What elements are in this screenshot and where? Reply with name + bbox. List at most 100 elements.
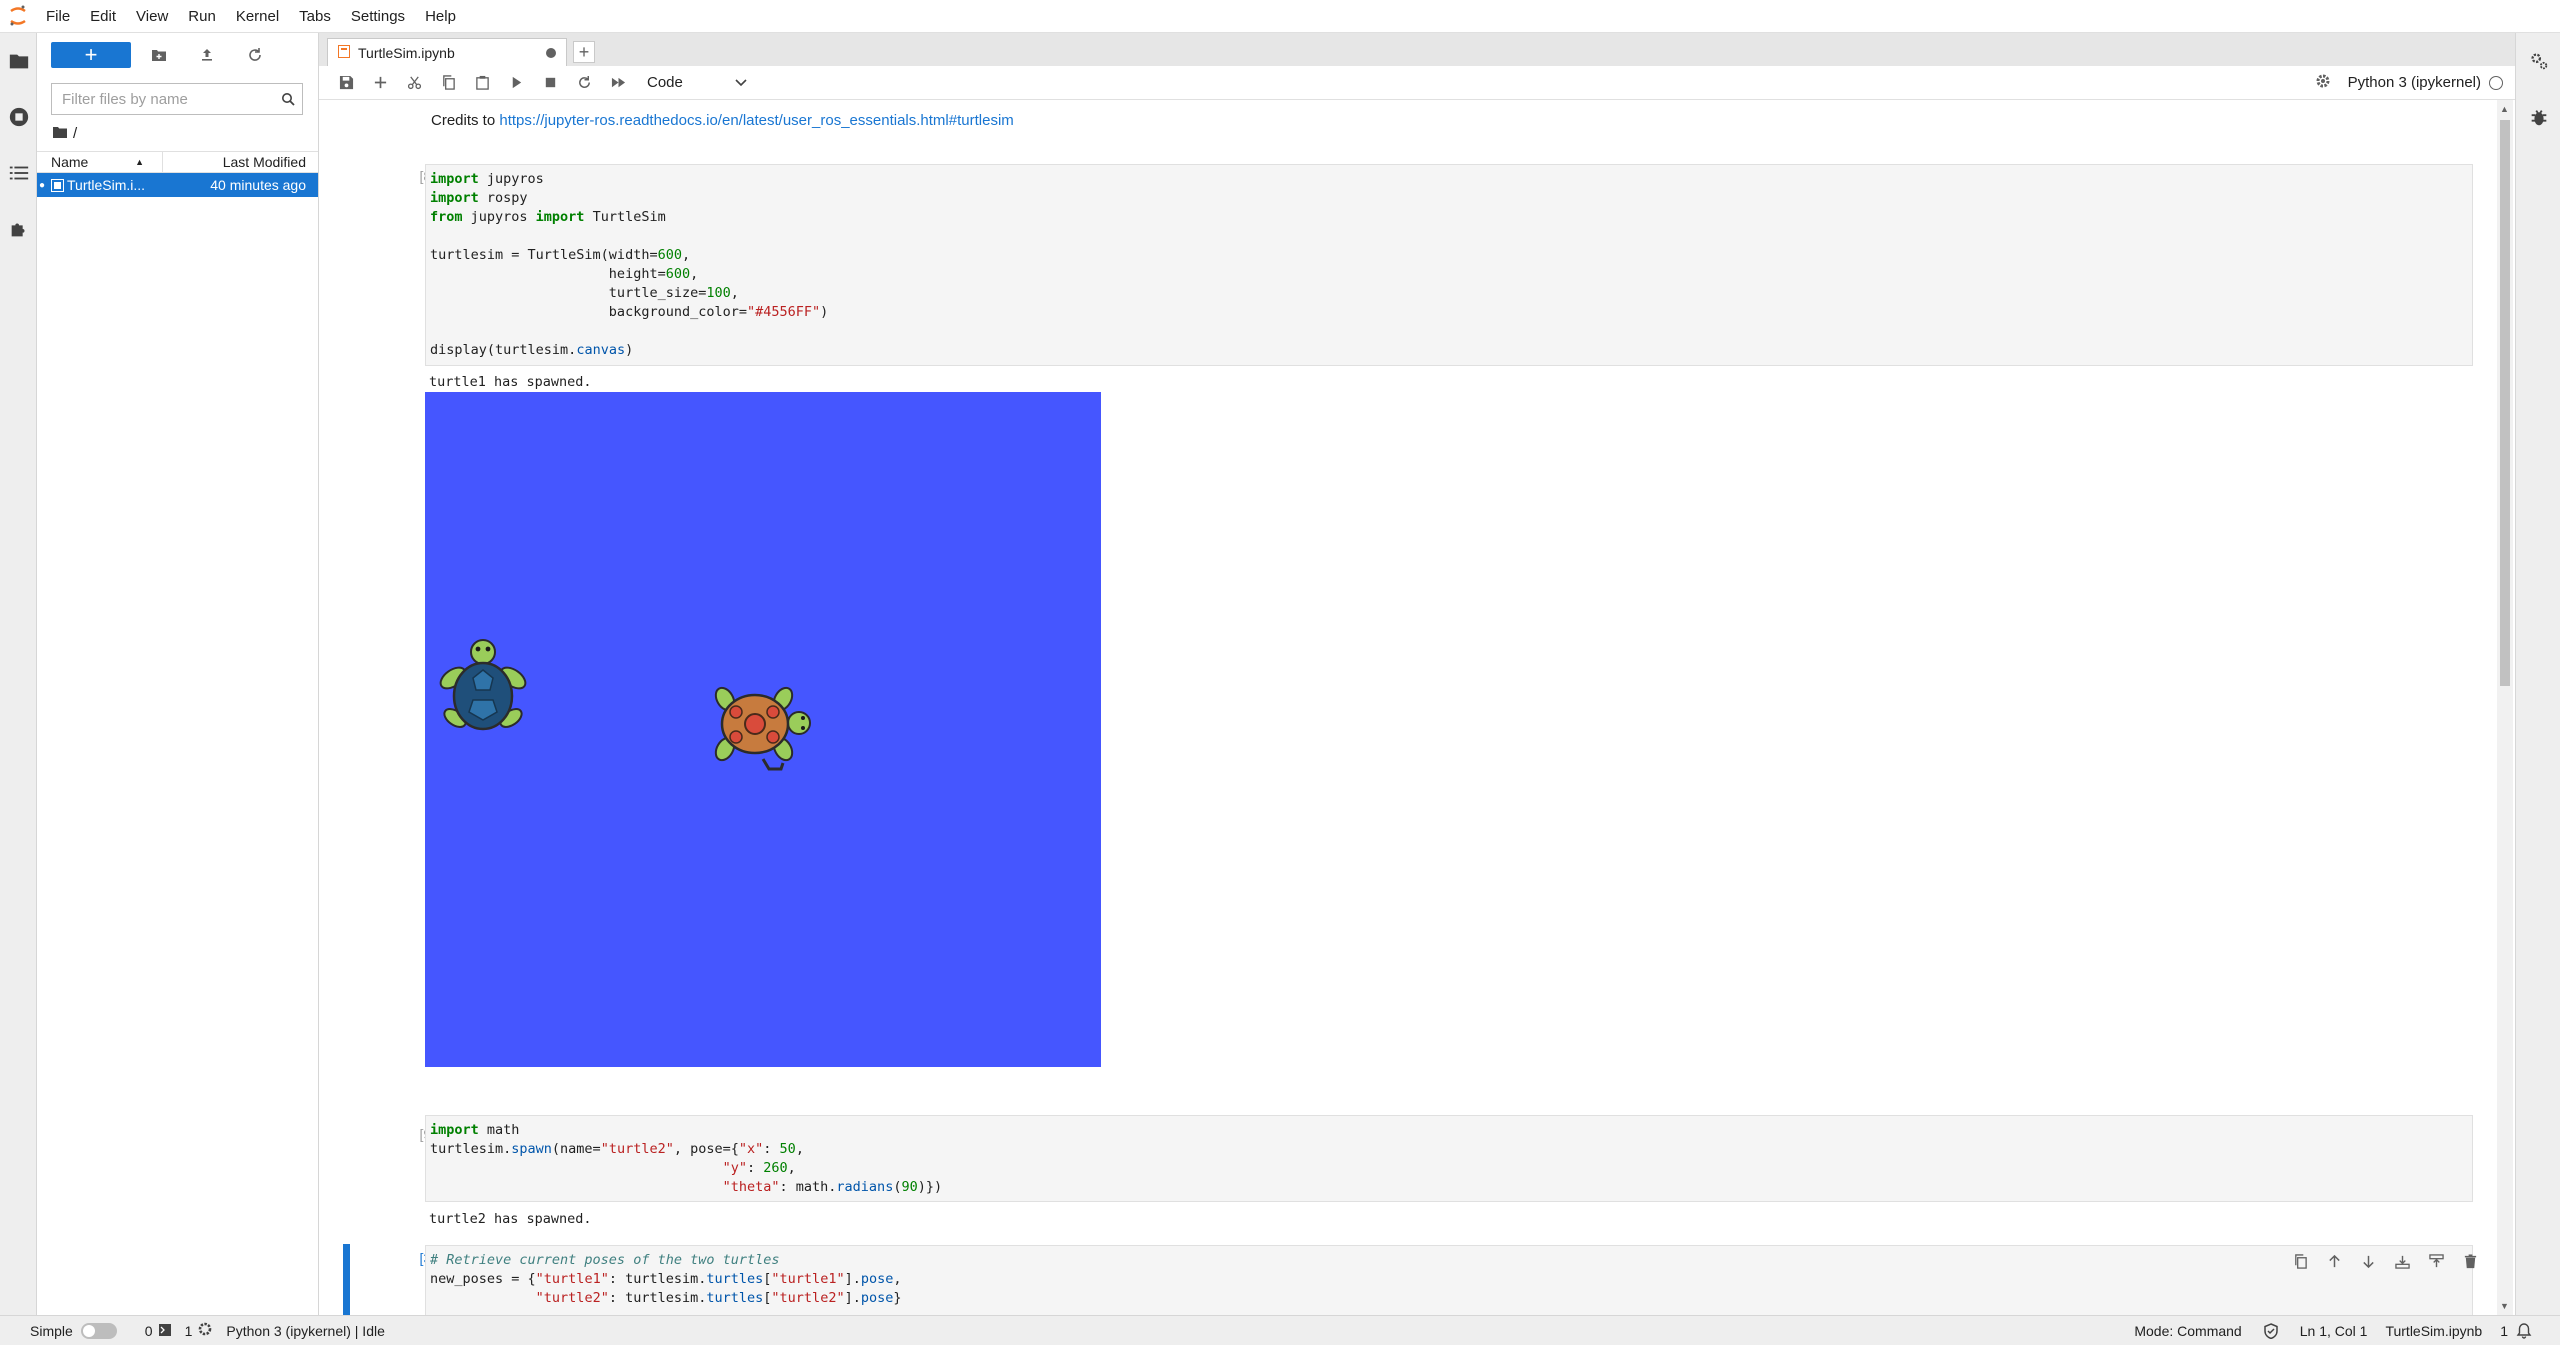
menu-help[interactable]: Help: [415, 0, 466, 33]
tab-turtlesim[interactable]: TurtleSim.ipynb: [327, 38, 567, 66]
new-launcher-button[interactable]: +: [51, 42, 131, 68]
cell-output-text: turtle1 has spawned.: [429, 374, 592, 390]
duplicate-cell-icon[interactable]: [2283, 1250, 2317, 1272]
notebook-mode: Mode: Command: [2134, 1322, 2242, 1339]
code-cell-2[interactable]: import math turtlesim.spawn(name="turtle…: [425, 1115, 2473, 1202]
file-list-header: Name ▲ Last Modified: [37, 151, 318, 173]
property-inspector-icon[interactable]: [2516, 33, 2560, 89]
cell-type-select[interactable]: Code: [647, 71, 747, 95]
notification-count[interactable]: 1: [2500, 1323, 2508, 1339]
tab-bar: TurtleSim.ipynb +: [319, 33, 2515, 66]
notebook-tab-icon: [338, 44, 350, 61]
insert-above-icon[interactable]: [2385, 1250, 2419, 1272]
cell-actions: [2283, 1250, 2487, 1272]
kernel-name[interactable]: Python 3 (ipykernel): [2348, 74, 2481, 91]
credits-link[interactable]: https://jupyter-ros.readthedocs.io/en/la…: [499, 112, 1013, 129]
column-header-name[interactable]: Name ▲: [37, 152, 163, 172]
file-name: TurtleSim.i...: [67, 177, 146, 193]
menu-file[interactable]: File: [36, 0, 80, 33]
move-down-icon[interactable]: [2351, 1250, 2385, 1272]
current-file: TurtleSim.ipynb: [2385, 1322, 2483, 1339]
right-activity-bar: [2515, 33, 2560, 1315]
simple-mode-toggle[interactable]: Simple: [30, 1322, 117, 1339]
terminals-count[interactable]: 0: [145, 1323, 171, 1339]
scroll-thumb[interactable]: [2500, 120, 2510, 686]
notebook-icon: [47, 178, 67, 192]
restart-icon[interactable]: [567, 68, 601, 98]
search-icon: [274, 92, 302, 106]
turtle2-sprite: [703, 677, 818, 777]
toc-icon[interactable]: [0, 145, 37, 201]
scroll-up-icon[interactable]: ▲: [2500, 104, 2509, 114]
kernel-gear-icon: [198, 1322, 212, 1339]
column-header-modified[interactable]: Last Modified: [163, 152, 318, 172]
filter-files-field: [51, 83, 303, 115]
breadcrumb-root[interactable]: /: [73, 125, 77, 142]
file-row[interactable]: ● TurtleSim.i... 40 minutes ago: [37, 173, 318, 197]
cut-icon[interactable]: [397, 68, 431, 98]
left-activity-bar: [0, 33, 37, 1315]
running-icon[interactable]: [0, 89, 37, 145]
fast-forward-icon[interactable]: [601, 68, 635, 98]
code-cell-1[interactable]: import jupyros import rospy from jupyros…: [425, 164, 2473, 366]
kernel-indicator: Python 3 (ipykernel): [2316, 74, 2515, 92]
add-tab-button[interactable]: +: [573, 41, 595, 63]
code-cell-3[interactable]: # Retrieve current poses of the two turt…: [425, 1245, 2473, 1315]
home-folder-icon[interactable]: [53, 125, 67, 142]
turtlesim-canvas[interactable]: [425, 392, 1101, 1067]
stop-icon[interactable]: [533, 68, 567, 98]
delete-cell-icon[interactable]: [2453, 1250, 2487, 1272]
credits-line: Credits to https://jupyter-ros.readthedo…: [431, 112, 1014, 129]
toggle-switch[interactable]: [80, 1322, 117, 1339]
cursor-position[interactable]: Ln 1, Col 1: [2300, 1323, 2368, 1339]
tab-label: TurtleSim.ipynb: [358, 44, 455, 61]
scroll-down-icon[interactable]: ▼: [2500, 1301, 2509, 1311]
menu-view[interactable]: View: [126, 0, 178, 33]
save-icon[interactable]: [329, 68, 363, 98]
menu-bar: File Edit View Run Kernel Tabs Settings …: [0, 0, 2560, 33]
kernel-status-icon: [2489, 75, 2503, 90]
active-cell-indicator: [343, 1244, 350, 1315]
menu-settings[interactable]: Settings: [341, 0, 415, 33]
notebook-scrollbar[interactable]: ▲ ▼: [2497, 100, 2513, 1315]
run-icon[interactable]: [499, 68, 533, 98]
jupyter-logo-icon: [0, 0, 36, 33]
extension-icon[interactable]: [0, 201, 37, 257]
kernels-count[interactable]: 1: [185, 1322, 213, 1339]
terminal-icon: [158, 1323, 171, 1339]
insert-below-icon[interactable]: [2419, 1250, 2453, 1272]
status-bar: Simple 0 1 Python 3 (ipykernel) | Idle M…: [0, 1315, 2560, 1345]
menu-edit[interactable]: Edit: [80, 0, 126, 33]
filter-files-input[interactable]: [52, 84, 274, 114]
notebook-panel[interactable]: Credits to https://jupyter-ros.readthedo…: [319, 100, 2515, 1315]
file-modified: 40 minutes ago: [210, 177, 306, 193]
refresh-icon[interactable]: [235, 42, 275, 68]
notebook-toolbar: Code Python 3 (ipykernel): [319, 66, 2515, 100]
unsaved-dot-icon[interactable]: [546, 47, 556, 58]
cell-type-value: Code: [647, 74, 683, 91]
running-dot-icon: ●: [38, 179, 46, 191]
debugger-icon[interactable]: [2516, 89, 2560, 145]
menu-run[interactable]: Run: [178, 0, 226, 33]
bell-icon[interactable]: [2516, 1322, 2532, 1339]
sort-caret-icon: ▲: [135, 157, 144, 167]
upload-icon[interactable]: [187, 42, 227, 68]
copy-icon[interactable]: [431, 68, 465, 98]
kernel-status[interactable]: Python 3 (ipykernel) | Idle: [226, 1323, 385, 1339]
file-browser: + / Name ▲ Last Modified ● Turt: [37, 33, 319, 1315]
paste-icon[interactable]: [465, 68, 499, 98]
status-right: Mode: Command Ln 1, Col 1 TurtleSim.ipyn…: [2134, 1323, 2560, 1339]
trust-shield-icon[interactable]: [2263, 1322, 2278, 1339]
gear-icon[interactable]: [2316, 74, 2330, 92]
breadcrumb: /: [37, 115, 318, 151]
folder-icon[interactable]: [0, 33, 37, 89]
new-folder-icon[interactable]: [139, 42, 179, 68]
cell-output-text: turtle2 has spawned.: [429, 1211, 592, 1227]
menu-tabs[interactable]: Tabs: [289, 0, 341, 33]
main-dock-area: TurtleSim.ipynb + Code Python 3 (ipykern…: [319, 33, 2515, 1315]
add-cell-icon[interactable]: [363, 68, 397, 98]
file-browser-toolbar: +: [37, 33, 318, 77]
menu-kernel[interactable]: Kernel: [226, 0, 289, 33]
move-up-icon[interactable]: [2317, 1250, 2351, 1272]
turtle1-sprite: [433, 630, 533, 740]
